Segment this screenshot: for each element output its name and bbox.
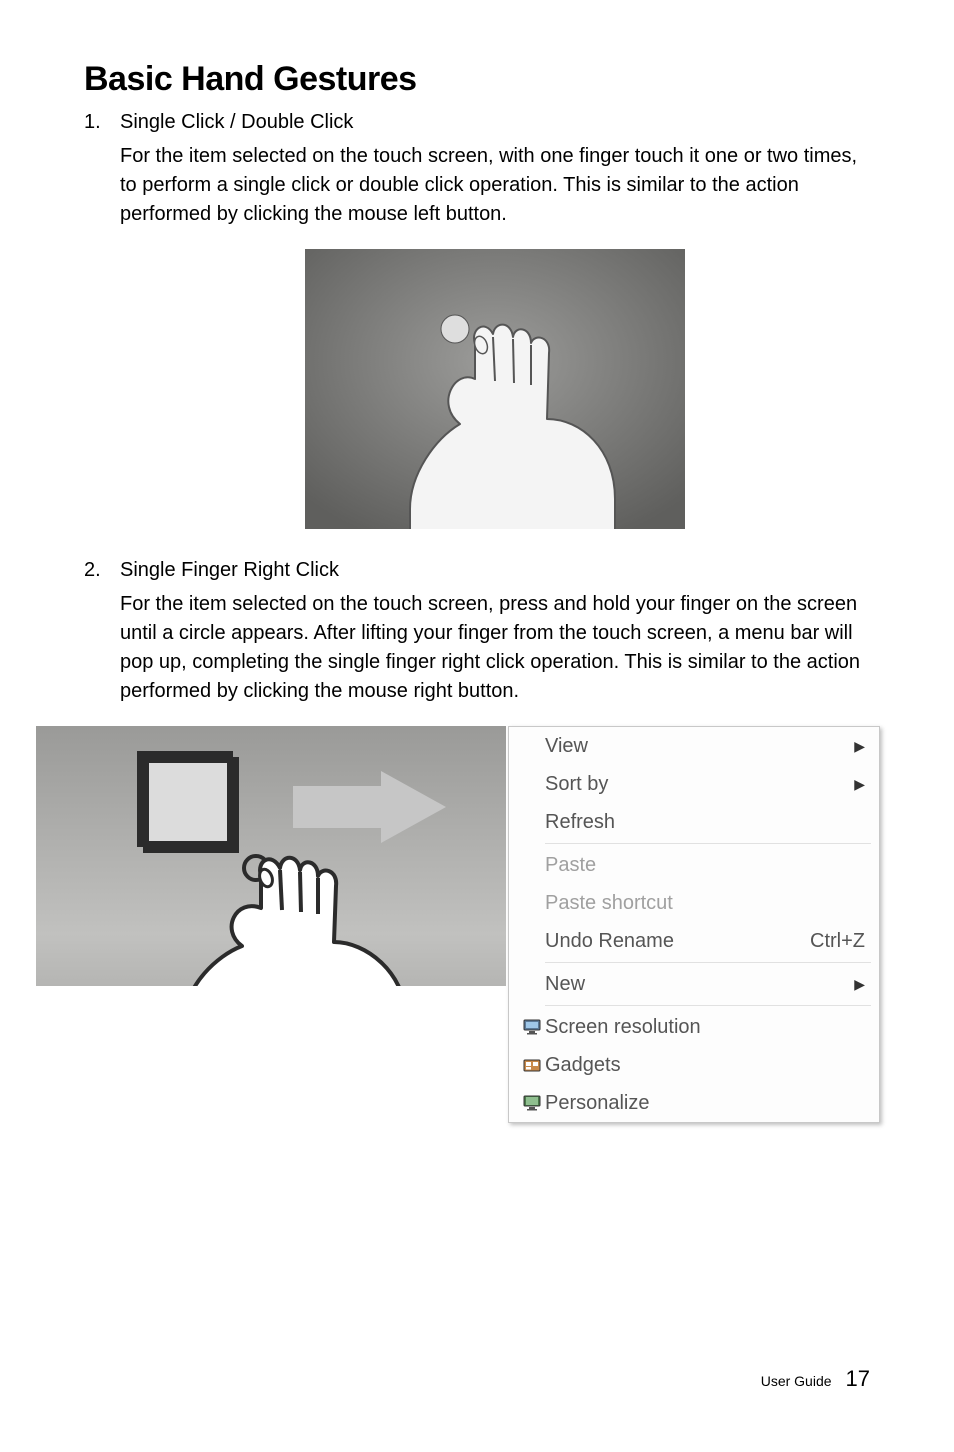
chevron-right-icon: ▶ <box>853 771 865 797</box>
context-menu-item[interactable]: Personalize <box>509 1084 879 1122</box>
menu-item-shortcut: Ctrl+Z <box>810 928 865 954</box>
menu-separator <box>545 1005 871 1006</box>
context-menu-item[interactable]: Screen resolution <box>509 1008 879 1046</box>
chevron-right-icon: ▶ <box>853 971 865 997</box>
menu-item-label: Screen resolution <box>545 1014 865 1040</box>
context-menu-item[interactable]: New▶ <box>509 965 879 1003</box>
menu-item-label: Undo Rename <box>545 928 810 954</box>
menu-item-label: Paste shortcut <box>545 890 865 916</box>
gadgets-icon <box>519 1056 545 1074</box>
page-title: Basic Hand Gestures <box>84 60 870 99</box>
context-menu-item[interactable]: Sort by▶ <box>509 765 879 803</box>
gesture-list: Single Click / Double Click For the item… <box>84 111 870 1123</box>
item-title: Single Finger Right Click <box>120 559 870 582</box>
context-menu-item: Paste shortcut <box>509 884 879 922</box>
page: Basic Hand Gestures Single Click / Doubl… <box>0 0 954 1452</box>
menu-item-label: New <box>545 971 853 997</box>
menu-separator <box>545 962 871 963</box>
menu-item-label: Sort by <box>545 771 853 797</box>
hand-hold-icon <box>36 726 506 986</box>
menu-item-label: Refresh <box>545 809 865 835</box>
menu-item-label: Paste <box>545 852 865 878</box>
context-menu-item[interactable]: View▶ <box>509 727 879 765</box>
context-menu-item[interactable]: Undo RenameCtrl+Z <box>509 922 879 960</box>
item-title: Single Click / Double Click <box>120 111 870 134</box>
item-body: For the item selected on the touch scree… <box>120 142 870 229</box>
list-item: Single Click / Double Click For the item… <box>84 111 870 529</box>
chevron-right-icon: ▶ <box>853 733 865 759</box>
list-item: Single Finger Right Click For the item s… <box>84 559 870 1123</box>
menu-separator <box>545 843 871 844</box>
context-menu-item[interactable]: Refresh <box>509 803 879 841</box>
menu-item-label: Personalize <box>545 1090 865 1116</box>
item-body: For the item selected on the touch scree… <box>120 590 870 706</box>
menu-item-label: Gadgets <box>545 1052 865 1078</box>
context-menu-item[interactable]: Gadgets <box>509 1046 879 1084</box>
illustration-right-click-row: View▶Sort by▶RefreshPastePaste shortcutU… <box>36 726 954 1123</box>
monitor-icon <box>519 1018 545 1036</box>
context-menu-item: Paste <box>509 846 879 884</box>
footer-label: User Guide <box>761 1373 832 1389</box>
page-footer: User Guide 17 <box>761 1366 870 1392</box>
hand-tap-icon <box>305 249 685 529</box>
personalize-icon <box>519 1094 545 1112</box>
illustration-single-tap <box>120 249 870 529</box>
desktop-context-menu: View▶Sort by▶RefreshPastePaste shortcutU… <box>508 726 880 1123</box>
menu-item-label: View <box>545 733 853 759</box>
page-number: 17 <box>846 1366 870 1392</box>
illustration-long-press <box>36 726 506 986</box>
